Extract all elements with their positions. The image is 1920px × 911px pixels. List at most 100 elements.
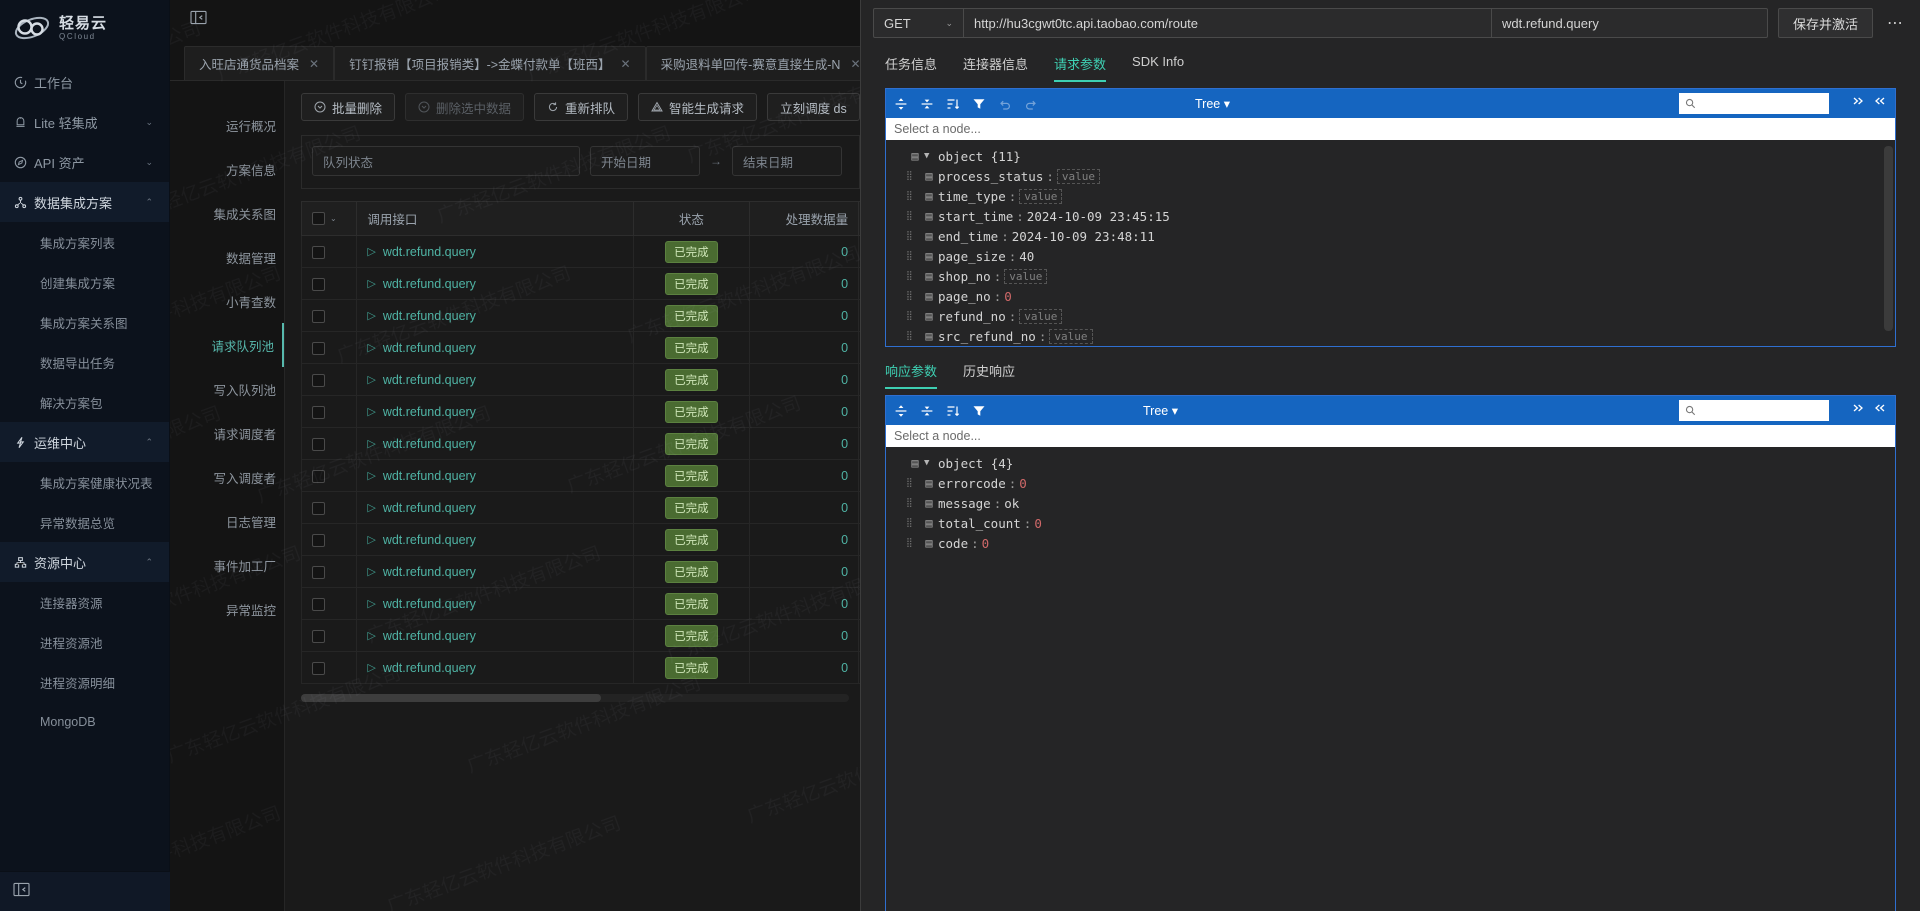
table-row[interactable]: ▷wdt.refund.query 已完成 0 2024-10-09 23:27… [302,524,861,556]
table-row[interactable]: ▷wdt.refund.query 已完成 0 2024-10-09 23:36… [302,428,861,460]
drag-handle-icon[interactable]: ⣿ [906,498,920,508]
json-field-row[interactable]: ⣿ ▤ process_status : value [886,166,1895,186]
row-checkbox[interactable] [312,662,325,675]
chevron-down-icon[interactable]: ⌄ [330,214,337,223]
tab-item[interactable]: 采购退料单回传-赛意直接生成-N ✕ [646,46,860,80]
sidebar-item-create-scheme[interactable]: 创建集成方案 [0,262,169,302]
sidebar-item-resource-center[interactable]: 资源中心 ⌃ [0,542,169,582]
sidebar-item-process-pool[interactable]: 进程资源池 [0,622,169,662]
start-date-input[interactable]: 开始日期 [590,146,700,176]
close-icon[interactable]: ✕ [850,57,860,71]
json-field-row[interactable]: ⣿ ▤ page_no : 0 [886,286,1895,306]
search-prev-icon[interactable] [1851,401,1865,420]
sidebar-item-health-table[interactable]: 集成方案健康状况表 [0,462,169,502]
chevron-down-icon[interactable]: ▼ [924,151,938,161]
run-icon[interactable]: ▷ [367,501,375,514]
submenu-item-xiaoqing-query[interactable]: 小青查数 [170,279,284,323]
json-field-row[interactable]: ⣿ ▤ total_count : 0 [886,513,1895,533]
json-field-row[interactable]: ⣿ ▤ code : 0 [886,533,1895,553]
sidebar-item-connector-resource[interactable]: 连接器资源 [0,582,169,622]
drag-handle-icon[interactable]: ⣿ [906,538,920,548]
request-editor-search-input[interactable] [1679,93,1829,114]
tab-item[interactable]: 钉钉报销【项目报销类】->金蝶付款单【班西】 ✕ [334,46,646,80]
submenu-item-write-queue[interactable]: 写入队列池 [170,367,284,411]
sidebar-item-workbench[interactable]: 工作台 [0,62,169,102]
submenu-item-overview[interactable]: 运行概况 [170,103,284,147]
json-value[interactable]: 0 [1034,516,1042,531]
run-icon[interactable]: ▷ [367,373,375,386]
http-method-select[interactable]: GET ⌄ [874,9,964,37]
delete-selected-button[interactable]: 删除选中数据 [405,93,524,121]
search-prev-icon[interactable] [1851,94,1865,113]
row-checkbox[interactable] [312,278,325,291]
json-value[interactable]: 0 [1019,476,1027,491]
drag-handle-icon[interactable]: ⣿ [906,291,920,301]
sidebar-item-scheme-graph[interactable]: 集成方案关系图 [0,302,169,342]
request-node-selector[interactable]: Select a node... [886,118,1895,140]
row-checkbox[interactable] [312,438,325,451]
column-header-api[interactable]: 调用接口 [357,202,634,236]
search-next-icon[interactable] [1873,94,1887,113]
drag-handle-icon[interactable]: ⣿ [906,478,920,488]
request-editor-mode-select[interactable]: Tree ▾ [1195,96,1230,111]
sidebar-item-process-detail[interactable]: 进程资源明细 [0,662,169,702]
brand-logo[interactable]: 轻易云 QCloud [0,0,169,56]
run-icon[interactable]: ▷ [367,405,375,418]
drag-handle-icon[interactable]: ⣿ [906,518,920,528]
table-row[interactable]: ▷wdt.refund.query 已完成 0 2024-10-09 23:54… [302,236,861,268]
row-checkbox[interactable] [312,534,325,547]
sidebar-item-api-assets[interactable]: API 资产 ⌄ [0,142,169,182]
schedule-now-button[interactable]: 立刻调度 ds [767,93,860,121]
submenu-item-data-mgmt[interactable]: 数据管理 [170,235,284,279]
close-icon[interactable]: ✕ [309,57,319,71]
sidebar-collapse-button[interactable] [0,871,170,911]
tab-request-params[interactable]: 请求参数 [1054,48,1106,82]
sidebar-item-ops-center[interactable]: 运维中心 ⌃ [0,422,169,462]
api-name-input[interactable]: wdt.refund.query [1492,9,1767,37]
sort-icon[interactable] [946,97,960,111]
run-icon[interactable]: ▷ [367,341,375,354]
drag-handle-icon[interactable]: ⣿ [906,271,920,281]
table-row[interactable]: ▷wdt.refund.query 已完成 0 2024-10-09 23:15… [302,652,861,684]
table-row[interactable]: ▷wdt.refund.query 已完成 0 2024-10-09 23:21… [302,588,861,620]
end-date-input[interactable]: 结束日期 [732,146,842,176]
redo-icon[interactable] [1024,97,1038,111]
collapse-all-icon[interactable] [920,97,934,111]
submenu-item-request-scheduler[interactable]: 请求调度者 [170,411,284,455]
submenu-item-event-factory[interactable]: 事件加工厂 [170,543,284,587]
drag-handle-icon[interactable]: ⣿ [906,211,920,221]
json-value[interactable]: value [1049,329,1092,344]
undo-icon[interactable] [998,97,1012,111]
batch-delete-button[interactable]: 批量删除 [301,93,395,121]
table-row[interactable]: ▷wdt.refund.query 已完成 0 2024-10-09 23:39… [302,396,861,428]
requeue-button[interactable]: 重新排队 [534,93,628,121]
column-header-status[interactable]: 状态 [634,202,749,236]
editor-vertical-scrollbar[interactable] [1884,146,1893,331]
json-value[interactable]: 0 [982,536,990,551]
tab-response-params[interactable]: 响应参数 [885,355,937,389]
more-options-icon[interactable]: ⋯ [1883,13,1908,33]
select-all-header[interactable]: ⌄ [302,202,357,236]
response-editor-search-input[interactable] [1679,400,1829,421]
json-value[interactable]: value [1019,309,1062,324]
run-icon[interactable]: ▷ [367,437,375,450]
drag-handle-icon[interactable]: ⣿ [906,331,920,341]
run-icon[interactable]: ▷ [367,469,375,482]
json-root-row[interactable]: ▤ ▼ object {11} [886,146,1895,166]
run-icon[interactable]: ▷ [367,597,375,610]
json-value[interactable]: 40 [1019,249,1034,264]
run-icon[interactable]: ▷ [367,277,375,290]
json-field-row[interactable]: ⣿ ▤ shop_no : value [886,266,1895,286]
save-and-activate-button[interactable]: 保存并激活 [1778,8,1873,38]
sort-icon[interactable] [946,404,960,418]
row-checkbox[interactable] [312,630,325,643]
run-icon[interactable]: ▷ [367,245,375,258]
filter-icon[interactable] [972,404,986,418]
smart-generate-request-button[interactable]: 智能生成请求 [638,93,757,121]
json-field-row[interactable]: ⣿ ▤ start_time : 2024-10-09 23:45:15 [886,206,1895,226]
submenu-item-log-mgmt[interactable]: 日志管理 [170,499,284,543]
expand-all-icon[interactable] [894,97,908,111]
json-field-row[interactable]: ⣿ ▤ refund_no : value [886,306,1895,326]
url-input[interactable]: http://hu3cgwt0tc.api.taobao.com/route [964,9,1492,37]
table-row[interactable]: ▷wdt.refund.query 已完成 0 2024-10-09 23:42… [302,364,861,396]
